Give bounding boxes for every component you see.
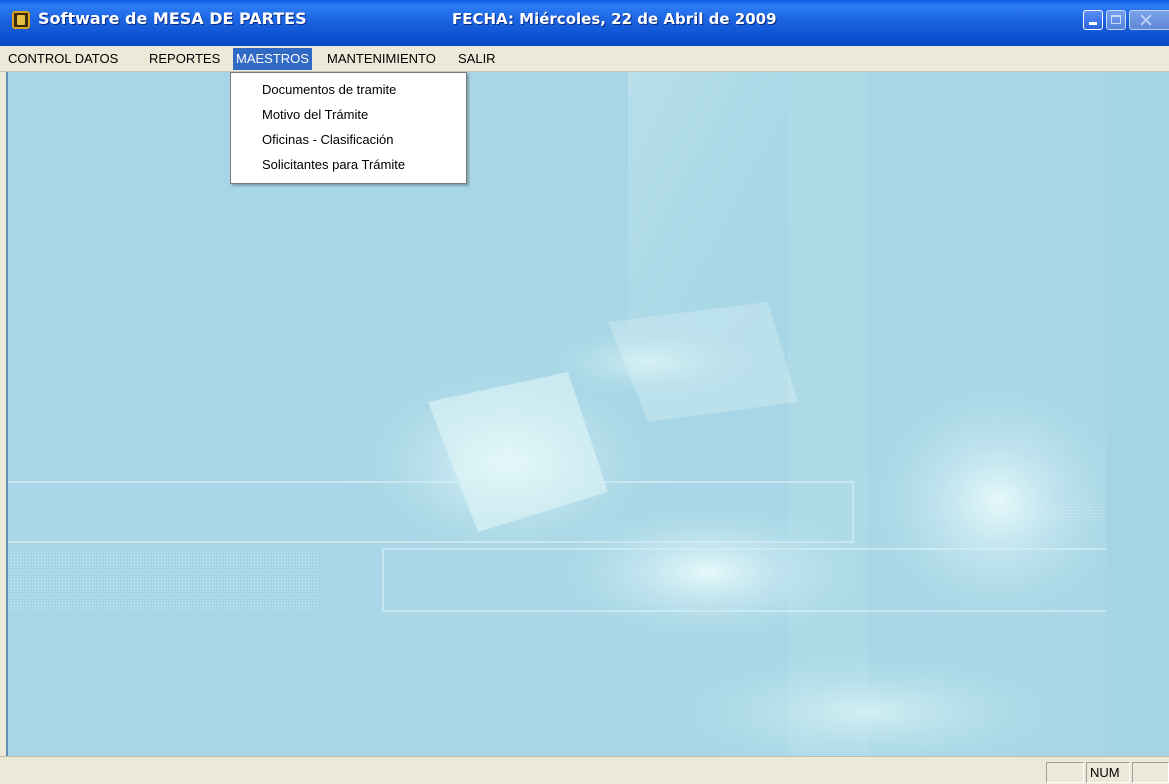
maximize-button[interactable] [1106,10,1126,30]
app-icon[interactable] [12,11,30,29]
menu-item-oficinas-clasificacion[interactable]: Oficinas - Clasificación [231,127,466,152]
menu-maestros[interactable]: MAESTROS [233,48,312,70]
minimize-button[interactable] [1083,10,1103,30]
window-title: Software de MESA DE PARTES [38,9,307,28]
menu-salir[interactable]: SALIR [455,48,499,70]
menu-control-datos[interactable]: CONTROL DATOS [5,48,121,70]
menu-reportes[interactable]: REPORTES [146,48,223,70]
menu-item-motivo-del-tramite[interactable]: Motivo del Trámite [231,102,466,127]
client-area [6,72,1169,756]
menu-mantenimiento[interactable]: MANTENIMIENTO [324,48,439,70]
maestros-dropdown-menu: Documentos de tramite Motivo del Trámite… [230,72,467,184]
menu-bar: CONTROL DATOS REPORTES MAESTROS MANTENIM… [0,46,1169,72]
date-label: FECHA: Miércoles, 22 de Abril de 2009 [452,10,777,28]
title-bar[interactable]: Software de MESA DE PARTES FECHA: Miérco… [0,0,1169,46]
menu-item-solicitantes-para-tramite[interactable]: Solicitantes para Trámite [231,152,466,177]
close-button[interactable] [1129,10,1169,30]
status-bar: NUM [0,756,1169,784]
background-artwork [8,72,1169,756]
menu-item-documentos-de-tramite[interactable]: Documentos de tramite [231,77,466,102]
status-panel-scroll [1132,762,1169,783]
status-panel-num: NUM [1086,762,1130,783]
status-panel-caps [1046,762,1084,783]
